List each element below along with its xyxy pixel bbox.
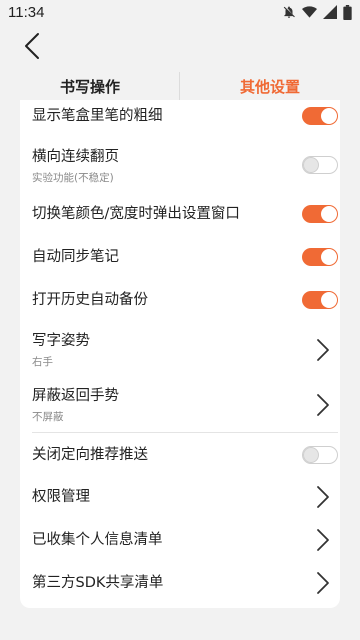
chevron-right-icon bbox=[317, 394, 329, 416]
wifi-icon bbox=[302, 6, 317, 18]
setting-label: 横向连续翻页 bbox=[32, 148, 119, 165]
chevron-left-icon bbox=[25, 33, 39, 59]
setting-permissions[interactable]: 权限管理 bbox=[20, 479, 340, 515]
setting-label: 已收集个人信息清单 bbox=[32, 532, 163, 548]
setting-disable-recommend[interactable]: 关闭定向推荐推送 bbox=[20, 437, 340, 473]
setting-writing-posture[interactable]: 写字姿势 右手 bbox=[20, 326, 340, 374]
section-divider bbox=[32, 432, 338, 433]
toggle-knob bbox=[321, 206, 337, 222]
status-bar: 11:34 bbox=[0, 0, 360, 24]
chevron-right-icon bbox=[317, 486, 329, 508]
toggle-knob bbox=[321, 108, 337, 124]
notifications-off-icon bbox=[283, 6, 295, 18]
setting-label: 打开历史自动备份 bbox=[32, 292, 148, 308]
setting-label: 写字姿势 bbox=[32, 332, 90, 349]
setting-sublabel: 不屏蔽 bbox=[32, 410, 64, 423]
chevron-right-icon bbox=[317, 339, 329, 361]
setting-label: 屏蔽返回手势 bbox=[32, 387, 119, 404]
auto-backup-toggle[interactable] bbox=[302, 291, 338, 309]
settings-card: 显示笔盒里笔的粗细 横向连续翻页 实验功能(不稳定) 切换笔颜色/宽度时弹出设置… bbox=[20, 100, 340, 608]
setting-label: 权限管理 bbox=[32, 489, 90, 505]
setting-pen-thickness[interactable]: 显示笔盒里笔的粗细 bbox=[20, 100, 340, 132]
popup-on-switch-toggle[interactable] bbox=[302, 205, 338, 223]
setting-label: 切换笔颜色/宽度时弹出设置窗口 bbox=[32, 206, 240, 222]
disable-recommend-toggle[interactable] bbox=[302, 446, 338, 464]
setting-label: 第三方SDK共享清单 bbox=[32, 575, 164, 591]
setting-label: 自动同步笔记 bbox=[32, 249, 119, 265]
toggle-knob bbox=[303, 157, 319, 173]
chevron-right-icon bbox=[317, 529, 329, 551]
tab-bar: 书写操作 其他设置 bbox=[0, 70, 360, 102]
tab-divider bbox=[179, 72, 180, 100]
toggle-knob bbox=[321, 292, 337, 308]
setting-block-back-gesture[interactable]: 屏蔽返回手势 不屏蔽 bbox=[20, 381, 340, 429]
back-button[interactable] bbox=[16, 30, 48, 62]
setting-sublabel: 实验功能(不稳定) bbox=[32, 171, 114, 184]
toggle-knob bbox=[321, 249, 337, 265]
status-icons bbox=[282, 4, 352, 20]
signal-icon bbox=[323, 5, 337, 19]
horizontal-flip-toggle[interactable] bbox=[302, 156, 338, 174]
chevron-right-icon bbox=[317, 572, 329, 594]
setting-sublabel: 右手 bbox=[32, 355, 53, 368]
battery-icon bbox=[343, 4, 352, 20]
toggle-knob bbox=[303, 447, 319, 463]
tab-other-settings[interactable]: 其他设置 bbox=[180, 70, 360, 102]
setting-personal-info-list[interactable]: 已收集个人信息清单 bbox=[20, 522, 340, 558]
setting-auto-backup[interactable]: 打开历史自动备份 bbox=[20, 282, 340, 318]
pen-thickness-toggle[interactable] bbox=[302, 107, 338, 125]
setting-horizontal-flip[interactable]: 横向连续翻页 实验功能(不稳定) bbox=[20, 142, 340, 190]
setting-label: 显示笔盒里笔的粗细 bbox=[32, 108, 163, 124]
setting-label: 关闭定向推荐推送 bbox=[32, 447, 148, 463]
setting-popup-on-switch[interactable]: 切换笔颜色/宽度时弹出设置窗口 bbox=[20, 196, 340, 232]
setting-third-party-sdk-list[interactable]: 第三方SDK共享清单 bbox=[20, 565, 340, 601]
setting-auto-sync[interactable]: 自动同步笔记 bbox=[20, 239, 340, 275]
tab-writing-operations[interactable]: 书写操作 bbox=[0, 70, 180, 102]
auto-sync-toggle[interactable] bbox=[302, 248, 338, 266]
status-time: 11:34 bbox=[8, 3, 45, 21]
